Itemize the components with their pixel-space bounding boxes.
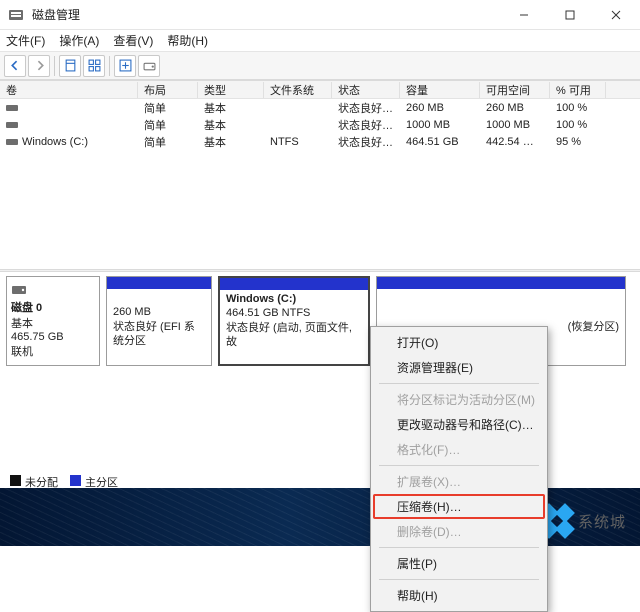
partition-bar [220,278,368,290]
disk-size: 465.75 GB [11,331,95,343]
toolbar-back-icon[interactable] [4,55,26,77]
ctx-shrink[interactable]: 压缩卷(H)… [373,494,545,519]
ctx-delete: 删除卷(D)… [373,519,545,544]
menu-action[interactable]: 操作(A) [59,32,99,49]
toolbar-list-icon[interactable] [83,55,105,77]
partition-windows[interactable]: Windows (C:) 464.51 GB NTFS 状态良好 (启动, 页面… [218,276,370,366]
table-header: 卷 布局 类型 文件系统 状态 容量 可用空间 % 可用 [0,81,640,99]
context-menu: 打开(O) 资源管理器(E) 将分区标记为活动分区(M) 更改驱动器号和路径(C… [370,326,548,612]
th-status[interactable]: 状态 [332,82,400,98]
titlebar: 磁盘管理 [0,0,640,30]
disk-name: 磁盘 0 [11,299,95,315]
menu-help[interactable]: 帮助(H) [167,32,208,49]
th-free[interactable]: 可用空间 [480,82,550,98]
toolbar-disk-icon[interactable] [138,55,160,77]
partition-bar [377,277,625,289]
toolbar [0,52,640,80]
partition-status: 状态良好 (EFI 系统分区 [113,320,205,349]
th-layout[interactable]: 布局 [138,82,198,98]
th-type[interactable]: 类型 [198,82,264,98]
menu-file[interactable]: 文件(F) [6,32,45,49]
window-title: 磁盘管理 [32,6,502,23]
ctx-separator [379,465,539,466]
disk-icon [11,281,27,297]
ctx-help[interactable]: 帮助(H) [373,583,545,608]
partition-size: 464.51 GB NTFS [226,306,362,320]
th-fs[interactable]: 文件系统 [264,82,332,98]
table-row[interactable]: Windows (C:) 简单 基本 NTFS 状态良好 (… 464.51 G… [0,133,640,150]
watermark-text: 系统城 [578,511,626,532]
toolbar-help-icon[interactable] [114,55,136,77]
partition-bar [107,277,211,289]
disk-status: 联机 [11,343,95,359]
maximize-button[interactable] [548,0,592,29]
ctx-extend: 扩展卷(X)… [373,469,545,494]
volume-icon [6,103,18,113]
volume-icon [6,137,18,147]
disk-type: 基本 [11,315,95,331]
volume-icon [6,120,18,130]
ctx-change-drive[interactable]: 更改驱动器号和路径(C)… [373,412,545,437]
ctx-properties[interactable]: 属性(P) [373,551,545,576]
minimize-button[interactable] [502,0,546,29]
partition-size: 260 MB [113,305,205,319]
watermark: 系统城 [542,506,626,536]
volume-table: 卷 布局 类型 文件系统 状态 容量 可用空间 % 可用 简单 基本 状态良好 … [0,80,640,269]
menu-view[interactable]: 查看(V) [113,32,153,49]
disk-header[interactable]: 磁盘 0 基本 465.75 GB 联机 [6,276,100,366]
ctx-open[interactable]: 打开(O) [373,330,545,355]
toolbar-refresh-icon[interactable] [59,55,81,77]
window-controls [502,0,638,29]
th-capacity[interactable]: 容量 [400,82,480,98]
ctx-separator [379,579,539,580]
toolbar-separator [54,56,55,76]
ctx-format: 格式化(F)… [373,437,545,462]
ctx-separator [379,547,539,548]
partition-status: 状态良好 (启动, 页面文件, 故 [226,321,362,350]
th-pct[interactable]: % 可用 [550,82,606,98]
toolbar-separator [109,56,110,76]
table-row[interactable]: 简单 基本 状态良好 (… 260 MB 260 MB 100 % [0,99,640,116]
menubar: 文件(F) 操作(A) 查看(V) 帮助(H) [0,30,640,52]
ctx-separator [379,383,539,384]
close-button[interactable] [594,0,638,29]
partition-title: Windows (C:) [226,292,362,306]
app-icon [8,7,24,23]
ctx-mark-active: 将分区标记为活动分区(M) [373,387,545,412]
toolbar-forward-icon[interactable] [28,55,50,77]
th-volume[interactable]: 卷 [0,82,138,98]
partition-efi[interactable]: 260 MB 状态良好 (EFI 系统分区 [106,276,212,366]
ctx-explorer[interactable]: 资源管理器(E) [373,355,545,380]
table-body: 简单 基本 状态良好 (… 260 MB 260 MB 100 % 简单 基本 … [0,99,640,269]
table-row[interactable]: 简单 基本 状态良好 (… 1000 MB 1000 MB 100 % [0,116,640,133]
